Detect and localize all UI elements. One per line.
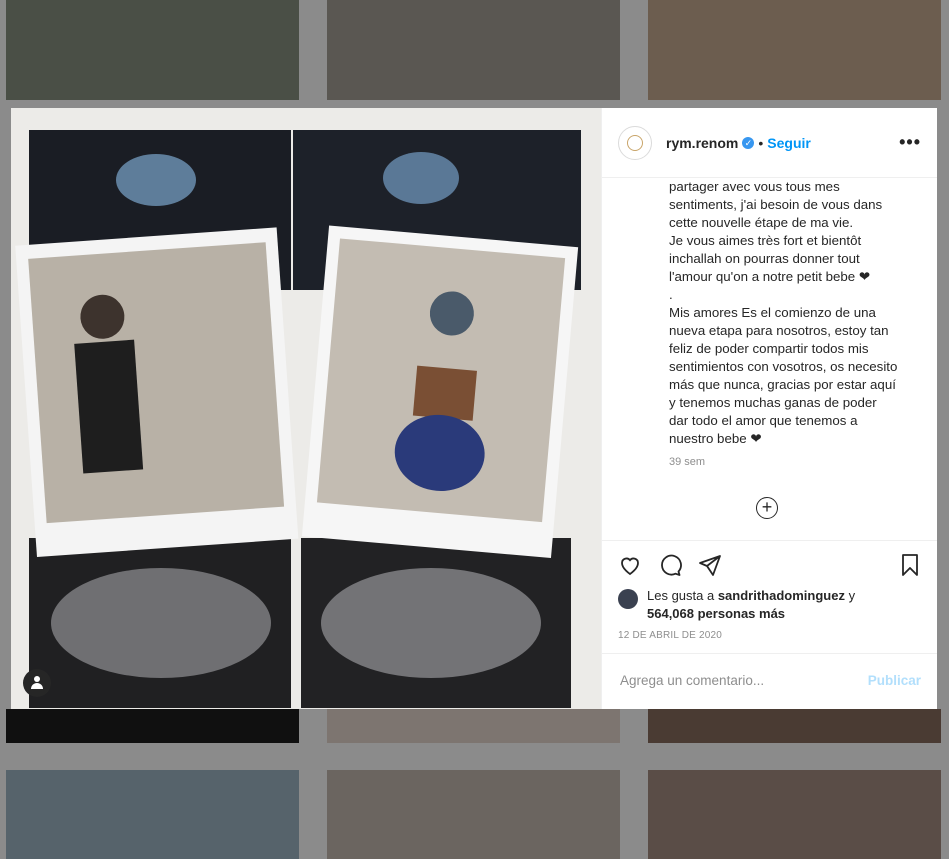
caption-line: y tenemos muchas ganas de poder bbox=[669, 395, 877, 410]
load-more-comments-button[interactable]: + bbox=[756, 497, 778, 519]
bookmark-icon[interactable] bbox=[898, 553, 922, 582]
caption-line: l'amour qu'on a notre petit bebe ❤ bbox=[669, 269, 871, 284]
caption-line: dar todo el amor que tenemos a bbox=[669, 413, 858, 428]
post-side-panel: rym.renom ✓ • Seguir ••• partager avec v… bbox=[601, 108, 937, 709]
heart-icon[interactable] bbox=[618, 553, 642, 582]
post-header: rym.renom ✓ • Seguir ••• bbox=[602, 108, 937, 178]
post-photo bbox=[11, 108, 601, 709]
comment-input[interactable] bbox=[618, 672, 852, 689]
caption-line: sentiments, j'ai besoin de vous dans bbox=[669, 197, 883, 212]
caption-line: más que nunca, gracias por estar aquí bbox=[669, 377, 896, 392]
grid-post[interactable] bbox=[648, 770, 941, 859]
grid-post[interactable] bbox=[6, 770, 299, 859]
grid-post[interactable] bbox=[6, 0, 299, 100]
share-icon[interactable] bbox=[698, 553, 722, 582]
caption-line: sentimientos con vosotros, os necesito bbox=[669, 359, 898, 374]
comment-icon[interactable] bbox=[658, 553, 682, 582]
caption-line: feliz de poder compartir todos mis bbox=[669, 341, 869, 356]
likes-summary: Les gusta a sandrithadominguez y 564,068… bbox=[618, 587, 923, 623]
post-date[interactable]: 12 DE ABRIL DE 2020 bbox=[618, 630, 722, 641]
grid-post[interactable] bbox=[327, 0, 620, 100]
caption-line: . bbox=[669, 287, 673, 302]
verified-badge-icon: ✓ bbox=[742, 136, 755, 149]
grid-post[interactable] bbox=[6, 709, 299, 743]
caption-line: nuestro bebe ❤ bbox=[669, 431, 762, 446]
more-options-icon[interactable]: ••• bbox=[899, 132, 921, 153]
likes-prefix: Les gusta a bbox=[647, 588, 718, 603]
comment-box: Publicar bbox=[602, 653, 937, 710]
post-image[interactable] bbox=[11, 108, 601, 709]
grid-post[interactable] bbox=[648, 0, 941, 100]
separator-dot: • bbox=[758, 134, 764, 151]
follow-button[interactable]: Seguir bbox=[767, 135, 811, 151]
caption-timestamp[interactable]: 39 sem bbox=[669, 456, 921, 468]
grid-post[interactable] bbox=[648, 709, 941, 743]
caption-line: Je vous aimes très fort et bientôt bbox=[669, 233, 862, 248]
caption-line: Mis amores Es el comienzo de una bbox=[669, 305, 876, 320]
caption-line: partager avec vous tous mes bbox=[669, 179, 840, 194]
avatar[interactable] bbox=[618, 125, 652, 160]
liker-avatar[interactable] bbox=[618, 589, 638, 609]
likes-count-link[interactable]: 564,068 personas más bbox=[647, 606, 785, 621]
user-tag-icon[interactable] bbox=[23, 669, 51, 697]
post-modal: rym.renom ✓ • Seguir ••• partager avec v… bbox=[11, 108, 937, 709]
publish-button[interactable]: Publicar bbox=[868, 673, 921, 688]
caption-line: cette nouvelle étape de ma vie. bbox=[669, 215, 854, 230]
grid-post[interactable] bbox=[327, 709, 620, 743]
likes-suffix: y bbox=[844, 588, 856, 603]
grid-post[interactable] bbox=[327, 770, 620, 859]
liker-username-link[interactable]: sandrithadominguez bbox=[718, 588, 845, 603]
caption-line: nueva etapa para nosotros, estoy tan bbox=[669, 323, 889, 338]
caption-line: inchallah on pourras donner tout bbox=[669, 251, 860, 266]
username-link[interactable]: rym.renom bbox=[666, 135, 738, 151]
caption: partager avec vous tous mes sentiments, … bbox=[602, 178, 937, 540]
